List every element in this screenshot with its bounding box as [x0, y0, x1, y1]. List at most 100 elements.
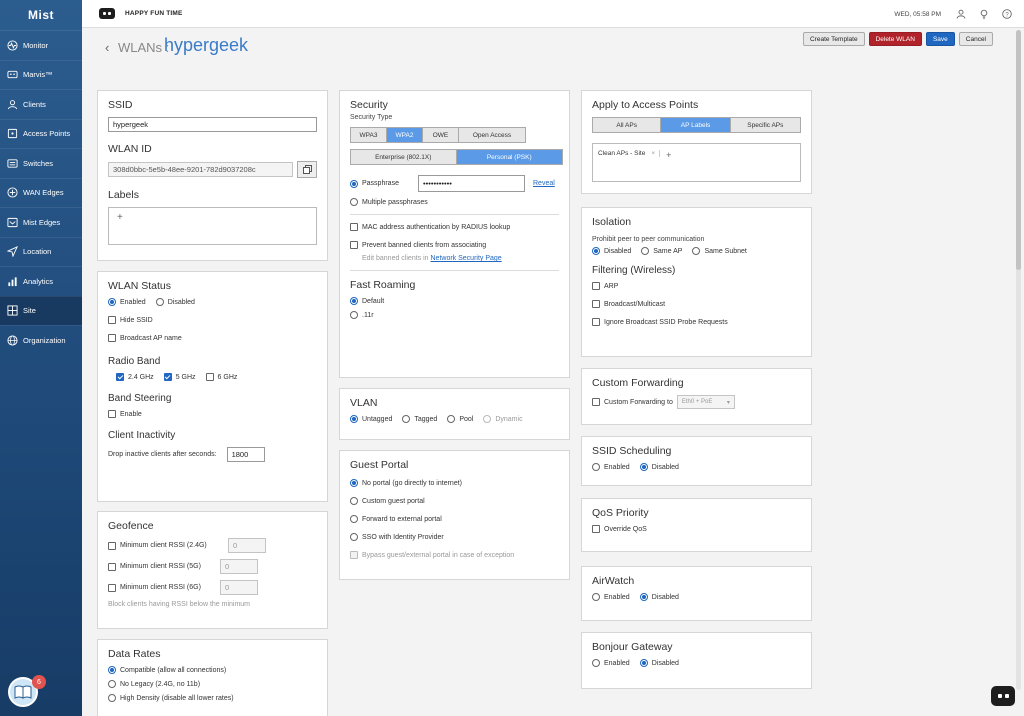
sidebar-item-location[interactable]: Location: [0, 236, 82, 267]
security-type-open-access[interactable]: Open Access: [459, 128, 525, 142]
security-type-owe[interactable]: OWE: [423, 128, 459, 142]
tab-specific-aps[interactable]: Specific APs: [730, 118, 800, 132]
scheduling-enabled-radio[interactable]: [592, 463, 600, 471]
untagged-radio[interactable]: [350, 415, 358, 423]
airwatch-enabled-radio[interactable]: [592, 593, 600, 601]
band-6-checkbox[interactable]: [205, 373, 214, 381]
rssi-5-checkbox[interactable]: [108, 562, 116, 571]
security-type-wpa3[interactable]: WPA3: [351, 128, 387, 142]
sidebar-item-analytics[interactable]: Analytics: [0, 266, 82, 296]
ssid-input[interactable]: hypergeek: [108, 117, 317, 132]
tagged-radio[interactable]: [402, 415, 411, 423]
disabled-radio[interactable]: [155, 298, 164, 306]
security-type-wpa2[interactable]: WPA2: [387, 128, 423, 142]
add-label-icon[interactable]: +: [117, 212, 123, 223]
sidebar-item-access-points[interactable]: Access Points: [0, 118, 82, 149]
same-subnet-radio[interactable]: [692, 247, 701, 255]
marvis-chat-button[interactable]: [991, 686, 1015, 706]
bonjour-disabled-radio[interactable]: [639, 659, 648, 667]
isolation-disabled-radio[interactable]: [592, 247, 600, 255]
pool-radio[interactable]: [447, 415, 456, 423]
hide-ssid-checkbox[interactable]: [108, 316, 116, 324]
broadcast-ap-name-checkbox[interactable]: [108, 334, 116, 342]
create-template-button[interactable]: Create Template: [802, 32, 865, 46]
override-qos-checkbox[interactable]: [592, 525, 600, 533]
airwatch-enabled-label: Enabled: [604, 593, 630, 601]
rssi-5-input[interactable]: 0: [220, 559, 258, 574]
airwatch-disabled-radio[interactable]: [639, 593, 648, 601]
save-button[interactable]: Save: [925, 32, 955, 46]
band-steering-checkbox[interactable]: [108, 410, 116, 418]
sidebar-item-marvis[interactable]: Marvis™: [0, 59, 82, 90]
rssi-6-input[interactable]: 0: [220, 580, 258, 595]
sso-radio[interactable]: [350, 533, 358, 541]
rssi-24-checkbox[interactable]: [108, 541, 116, 550]
guest-portal-panel: Guest Portal No portal (go directly to i…: [339, 450, 570, 580]
bonjour-enabled-radio[interactable]: [592, 659, 600, 667]
sidebar-item-organization[interactable]: Organization: [0, 325, 82, 355]
cancel-button[interactable]: Cancel: [958, 32, 993, 46]
custom-portal-radio[interactable]: [350, 497, 358, 505]
sidebar-item-wan-edges[interactable]: WAN Edges: [0, 177, 82, 208]
custom-forwarding-checkbox[interactable]: [592, 398, 600, 406]
delete-wlan-button[interactable]: Delete WLAN: [868, 32, 922, 46]
tab-ap-labels[interactable]: AP Labels: [661, 118, 731, 132]
roaming-default-radio[interactable]: [350, 297, 358, 305]
forward-external-radio[interactable]: [350, 515, 358, 523]
arp-checkbox[interactable]: [592, 282, 600, 290]
no-portal-radio[interactable]: [350, 479, 358, 487]
mode-personal[interactable]: Personal (PSK): [456, 150, 562, 164]
sidebar-item-clients[interactable]: Clients: [0, 89, 82, 119]
org-name[interactable]: HAPPY FUN TIME: [125, 10, 183, 17]
notification-badge: 6: [32, 675, 46, 689]
rssi-24-input[interactable]: 0: [228, 538, 266, 553]
band-5-checkbox[interactable]: [163, 373, 172, 381]
scroll-thumb[interactable]: [1016, 30, 1021, 270]
ignore-probe-label: Ignore Broadcast SSID Probe Requests: [604, 318, 728, 326]
band-24-checkbox[interactable]: [116, 373, 124, 381]
sidebar-item-site[interactable]: Site: [0, 295, 82, 325]
high-density-radio[interactable]: [108, 694, 116, 702]
lightbulb-icon[interactable]: [979, 9, 989, 19]
bypass-checkbox[interactable]: [350, 551, 358, 559]
labels-box[interactable]: +: [108, 207, 317, 245]
same-ap-radio[interactable]: [641, 247, 650, 255]
user-icon[interactable]: [956, 9, 966, 19]
back-chevron-icon[interactable]: ‹: [105, 40, 109, 55]
reveal-link[interactable]: Reveal: [533, 180, 555, 187]
add-ap-label-icon[interactable]: +: [666, 150, 671, 160]
band-5-label: 5 GHz: [175, 373, 196, 381]
broadcast-ap-name-label: Broadcast AP name: [120, 334, 182, 342]
passphrase-input[interactable]: •••••••••••: [418, 175, 525, 192]
ignore-probe-checkbox[interactable]: [592, 318, 600, 326]
passphrase-radio[interactable]: [350, 179, 358, 188]
multiple-passphrases-radio[interactable]: [350, 198, 358, 206]
tab-all-aps[interactable]: All APs: [593, 118, 662, 132]
scheduling-disabled-radio[interactable]: [639, 463, 648, 471]
prevent-banned-checkbox[interactable]: [350, 241, 358, 249]
close-icon[interactable]: ×: [651, 150, 655, 157]
ap-labels-box[interactable]: Clean APs - Site × +: [592, 143, 801, 182]
dynamic-radio[interactable]: [483, 415, 492, 423]
forwarding-select[interactable]: Eth0 + PoE ▾: [676, 395, 735, 409]
copy-icon[interactable]: [297, 161, 317, 178]
mac-auth-checkbox[interactable]: [350, 223, 358, 231]
broadcast-multicast-checkbox[interactable]: [592, 300, 600, 308]
breadcrumb[interactable]: WLANs :: [118, 40, 169, 55]
help-icon[interactable]: ?: [1002, 9, 1012, 19]
drop-inactive-input[interactable]: 1800: [226, 447, 265, 462]
mode-enterprise[interactable]: Enterprise (802.1X): [351, 150, 457, 164]
rssi-5-label: Minimum client RSSI (5G): [120, 563, 201, 570]
sidebar-item-switches[interactable]: Switches: [0, 148, 82, 178]
scrollbar[interactable]: [1016, 30, 1021, 690]
roaming-11r-radio[interactable]: [350, 311, 358, 319]
no-legacy-radio[interactable]: [108, 680, 116, 688]
custom-forwarding-label: Custom Forwarding to: [604, 398, 673, 406]
mist-logo[interactable]: Mist: [0, 0, 82, 30]
sidebar-item-monitor[interactable]: Monitor: [0, 30, 82, 60]
network-security-page-link[interactable]: Network Security Page: [431, 255, 502, 262]
sidebar-item-mist-edges[interactable]: Mist Edges: [0, 207, 82, 237]
rssi-6-checkbox[interactable]: [108, 583, 116, 592]
compatible-radio[interactable]: [108, 666, 116, 674]
enabled-radio[interactable]: [108, 298, 116, 306]
